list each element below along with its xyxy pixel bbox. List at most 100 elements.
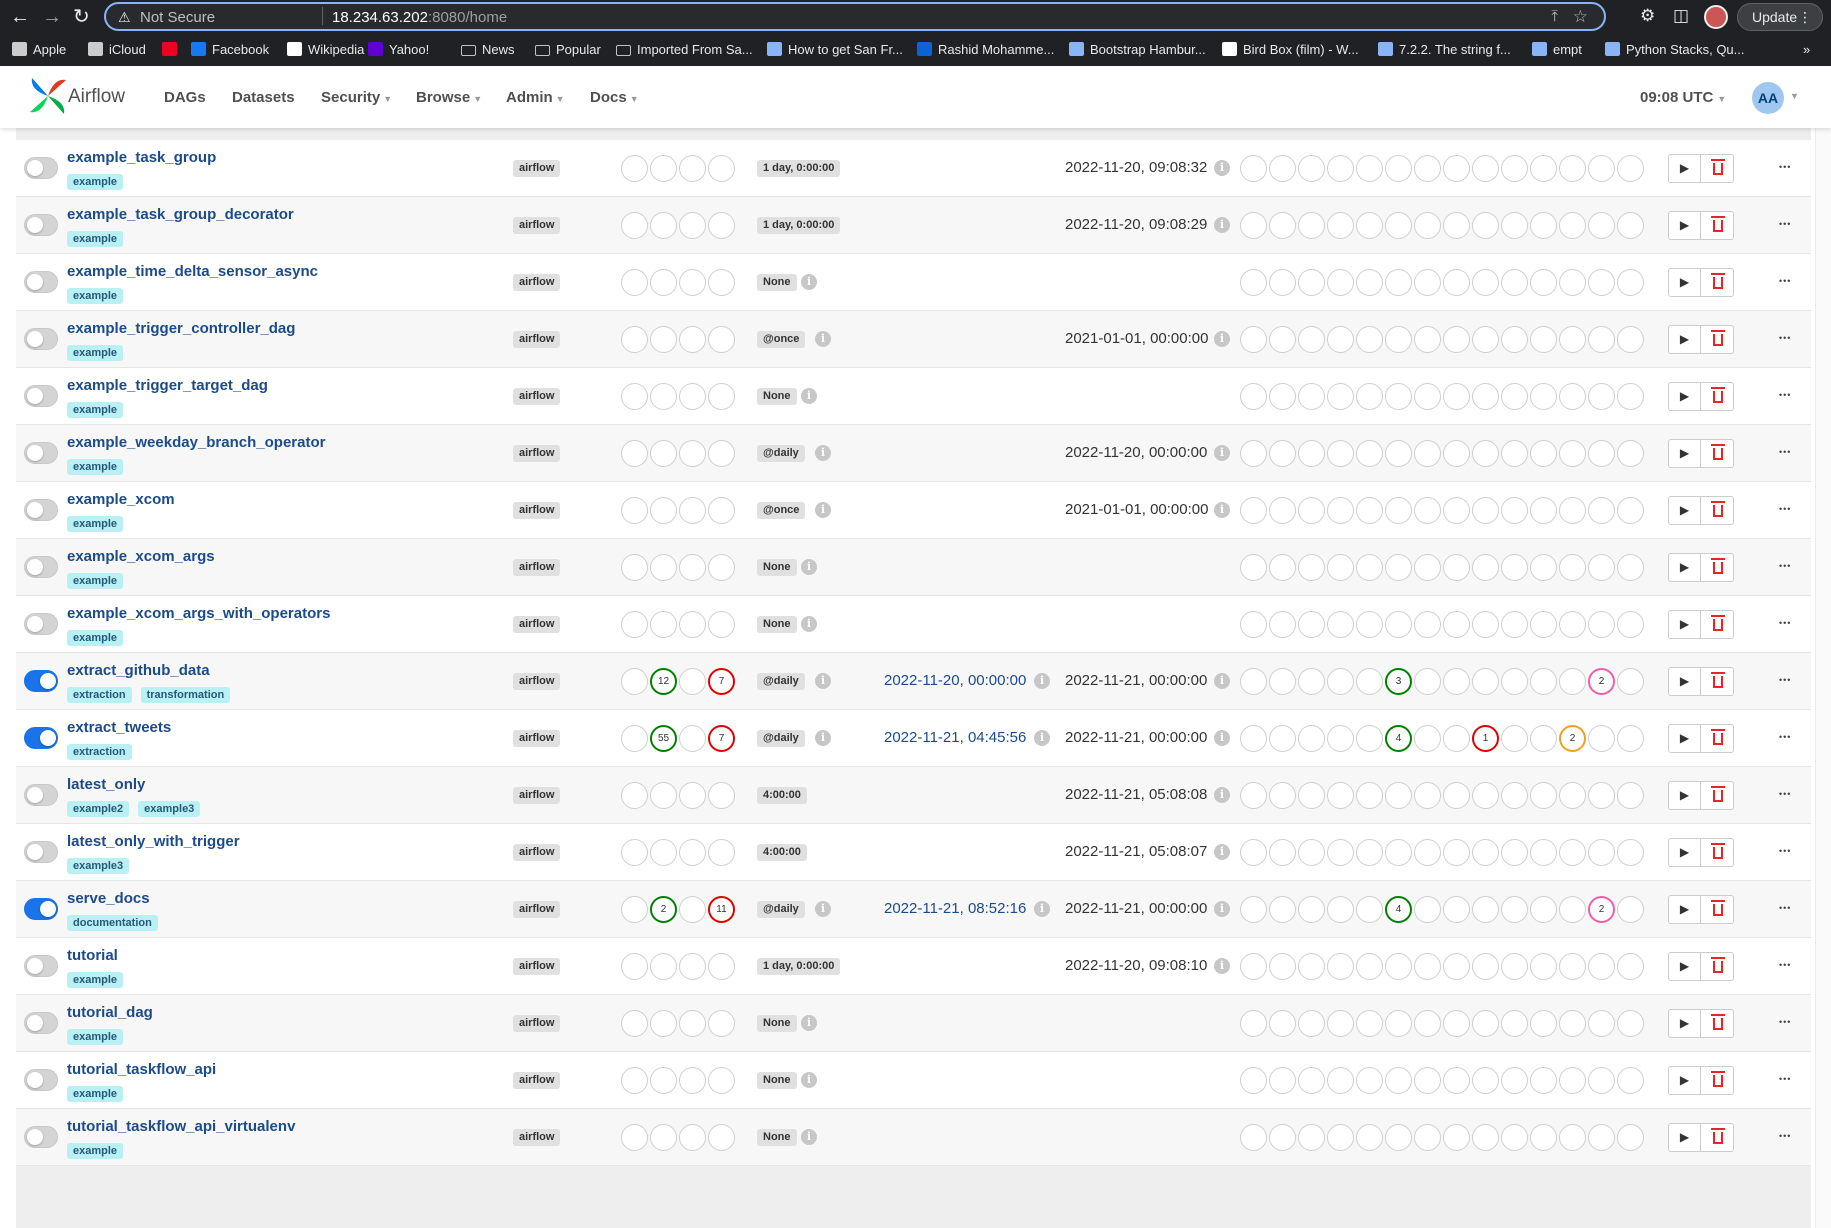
status-circle[interactable] (650, 269, 677, 296)
more-options-icon[interactable]: ••• (1779, 1017, 1791, 1027)
status-circle[interactable] (1472, 554, 1499, 581)
dag-tag[interactable]: example (67, 174, 124, 190)
status-circle[interactable] (1501, 326, 1528, 353)
dag-tag[interactable]: example (67, 630, 124, 646)
status-circle[interactable] (1240, 668, 1267, 695)
bookmark-item[interactable]: iCloud (88, 42, 146, 57)
status-circle[interactable] (650, 440, 677, 467)
status-circle[interactable] (1617, 269, 1644, 296)
pause-toggle[interactable] (24, 955, 58, 977)
status-circle[interactable]: 3 (1385, 668, 1412, 695)
status-circle[interactable] (679, 611, 706, 638)
status-circle[interactable] (650, 383, 677, 410)
status-circle[interactable]: 55 (650, 725, 677, 752)
more-options-icon[interactable]: ••• (1779, 732, 1791, 742)
bookmark-item[interactable]: Apple (12, 42, 66, 57)
pause-toggle[interactable] (24, 727, 58, 749)
dag-tag[interactable]: example (67, 972, 124, 988)
status-circle[interactable] (1385, 269, 1412, 296)
status-circle[interactable] (1240, 440, 1267, 467)
dag-tag[interactable]: example (67, 402, 124, 418)
status-circle[interactable] (679, 1067, 706, 1094)
bookmark-item[interactable]: 7.2.2. The string f... (1378, 42, 1511, 57)
owner-badge[interactable]: airflow (513, 958, 561, 975)
pause-toggle[interactable] (24, 1126, 58, 1148)
status-circle[interactable] (1472, 326, 1499, 353)
status-circle[interactable] (1443, 497, 1470, 524)
status-circle[interactable] (1414, 1067, 1441, 1094)
more-options-icon[interactable]: ••• (1779, 390, 1791, 400)
schedule-info-icon[interactable]: i (815, 445, 831, 461)
status-circle[interactable] (1443, 782, 1470, 809)
next-run-info-icon[interactable]: i (1214, 958, 1230, 974)
status-circle[interactable] (1501, 383, 1528, 410)
trigger-dag-button[interactable]: ▶ (1669, 554, 1701, 581)
bookmark-item[interactable]: Imported From Sa... (616, 42, 753, 57)
status-circle[interactable] (708, 383, 735, 410)
status-circle[interactable] (1356, 383, 1383, 410)
status-circle[interactable] (679, 554, 706, 581)
more-options-icon[interactable]: ••• (1779, 618, 1791, 628)
dag-name-link[interactable]: example_xcom_args (67, 548, 215, 565)
nav-docs[interactable]: Docs ▼ (590, 89, 639, 106)
trigger-dag-button[interactable]: ▶ (1669, 155, 1701, 182)
kebab-menu-icon[interactable]: ⋮ (1798, 4, 1812, 30)
status-circle[interactable] (1327, 440, 1354, 467)
status-circle[interactable] (1501, 668, 1528, 695)
status-circle[interactable] (1530, 1067, 1557, 1094)
status-circle[interactable] (1617, 611, 1644, 638)
owner-badge[interactable]: airflow (513, 901, 561, 918)
next-run-info-icon[interactable]: i (1214, 730, 1230, 746)
status-circle[interactable] (1472, 1067, 1499, 1094)
status-circle[interactable] (1617, 1124, 1644, 1151)
status-circle[interactable] (1617, 440, 1644, 467)
last-run-link[interactable]: 2022-11-20, 00:00:00 (884, 672, 1026, 689)
status-circle[interactable] (1617, 212, 1644, 239)
status-circle[interactable] (1588, 725, 1615, 752)
last-run-info-icon[interactable]: i (1034, 901, 1050, 917)
status-circle[interactable] (679, 668, 706, 695)
dag-tag[interactable]: extraction (67, 687, 132, 703)
status-circle[interactable] (1501, 839, 1528, 866)
owner-badge[interactable]: airflow (513, 217, 561, 234)
status-circle[interactable] (1327, 212, 1354, 239)
status-circle[interactable] (1298, 1010, 1325, 1037)
side-panel-icon[interactable]: ◫ (1673, 6, 1689, 26)
more-options-icon[interactable]: ••• (1779, 675, 1791, 685)
bookmark-star-icon[interactable]: ☆ (1573, 7, 1588, 27)
status-circle[interactable] (1414, 725, 1441, 752)
trigger-dag-button[interactable]: ▶ (1669, 896, 1701, 923)
status-circle[interactable] (1530, 269, 1557, 296)
status-circle[interactable] (621, 1010, 648, 1037)
status-circle[interactable]: 4 (1385, 896, 1412, 923)
status-circle[interactable] (1298, 212, 1325, 239)
status-circle[interactable] (1588, 554, 1615, 581)
status-circle[interactable] (1240, 1010, 1267, 1037)
status-circle[interactable] (1356, 611, 1383, 638)
delete-dag-button[interactable] (1702, 383, 1734, 410)
status-circle[interactable] (621, 1067, 648, 1094)
status-circle[interactable] (1356, 782, 1383, 809)
status-circle[interactable] (1559, 782, 1586, 809)
status-circle[interactable] (708, 1010, 735, 1037)
status-circle[interactable]: 2 (1588, 668, 1615, 695)
delete-dag-button[interactable] (1702, 1067, 1734, 1094)
owner-badge[interactable]: airflow (513, 388, 561, 405)
share-icon[interactable]: ⤒ (1551, 8, 1558, 25)
status-circle[interactable] (679, 839, 706, 866)
schedule-info-icon[interactable]: i (801, 274, 817, 290)
status-circle[interactable] (1385, 782, 1412, 809)
status-circle[interactable] (1530, 611, 1557, 638)
status-circle[interactable] (1530, 554, 1557, 581)
status-circle[interactable] (1356, 1124, 1383, 1151)
bookmark-item[interactable] (162, 42, 183, 57)
status-circle[interactable] (679, 497, 706, 524)
dag-tag[interactable]: transformation (140, 687, 231, 703)
status-circle[interactable] (1617, 839, 1644, 866)
trigger-dag-button[interactable]: ▶ (1669, 269, 1701, 296)
pause-toggle[interactable] (24, 898, 58, 920)
pause-toggle[interactable] (24, 271, 58, 293)
dag-tag[interactable]: extraction (67, 744, 132, 760)
status-circle[interactable] (679, 725, 706, 752)
dag-name-link[interactable]: example_task_group_decorator (67, 206, 294, 223)
